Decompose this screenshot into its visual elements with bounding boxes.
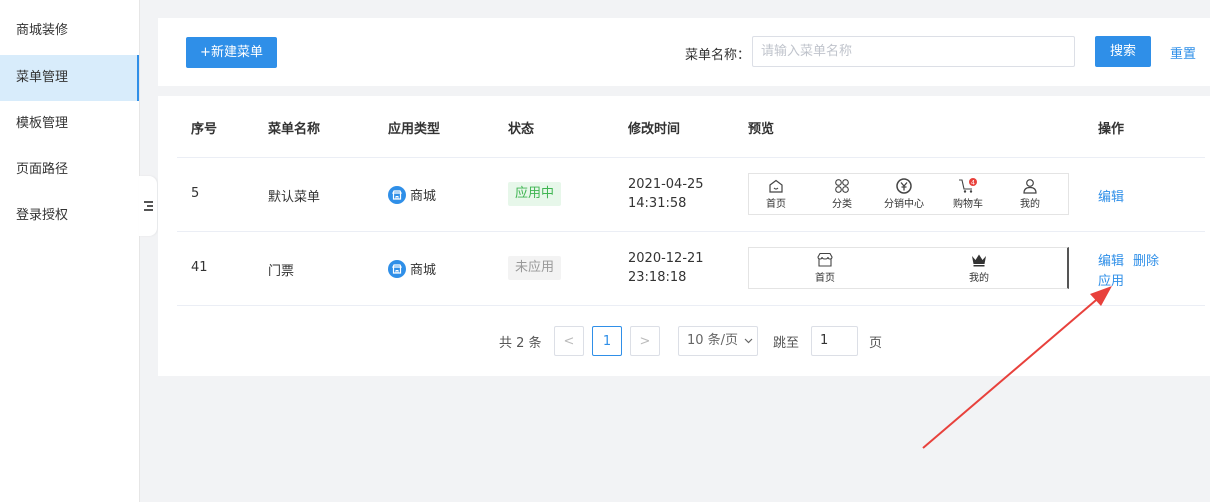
header-menu-name: 菜单名称: [268, 122, 321, 137]
row-menu-name: 默认菜单: [268, 190, 321, 205]
page-size-select[interactable]: 10 条/页: [678, 326, 758, 356]
page-1-button[interactable]: 1: [592, 326, 622, 356]
edit-button[interactable]: 编辑: [1098, 250, 1124, 269]
apply-button[interactable]: 应用: [1098, 270, 1124, 289]
row-id: 41: [191, 260, 208, 275]
menu-preview: 首页 分类 分销中心 4 购物车 我的: [748, 173, 1069, 215]
prev-page-button[interactable]: <: [554, 326, 584, 356]
svg-text:4: 4: [971, 179, 975, 187]
sidebar: 商城装修 菜单管理 模板管理 页面路径 登录授权: [0, 0, 140, 502]
total-count: 共 2 条: [499, 336, 542, 351]
category-icon: [835, 179, 849, 193]
menu-preview: 首页 我的: [748, 247, 1069, 289]
time-date: 2020-12-21: [628, 251, 704, 266]
jump-label: 跳至: [773, 336, 800, 351]
sidebar-collapse-toggle[interactable]: [139, 176, 157, 236]
header-modified-time: 修改时间: [628, 122, 681, 137]
preview-tab: 首页: [815, 252, 835, 284]
row-modified-time: 2021-04-25 14:31:58: [628, 175, 704, 213]
time-clock: 23:18:18: [628, 270, 687, 285]
collapse-icon: [143, 200, 153, 212]
filter-toolbar: +新建菜单 菜单名称： 搜索 重置: [158, 18, 1210, 86]
search-button[interactable]: 搜索: [1095, 36, 1151, 67]
preview-tab: 我的: [969, 252, 989, 284]
status-badge: 未应用: [508, 256, 562, 280]
sidebar-item-menu-management[interactable]: 菜单管理: [0, 55, 139, 101]
edit-button[interactable]: 编辑: [1098, 186, 1124, 205]
row-menu-name: 门票: [268, 264, 295, 279]
menu-name-search-input[interactable]: [752, 36, 1075, 67]
preview-tab: 4 购物车: [953, 178, 983, 210]
app-type-label: 商城: [410, 263, 437, 278]
header-actions: 操作: [1098, 122, 1125, 137]
sidebar-item-page-path[interactable]: 页面路径: [0, 147, 139, 193]
header-status: 状态: [508, 122, 535, 137]
page-suffix-label: 页: [869, 336, 883, 351]
divider: [177, 157, 1205, 158]
preview-tab: 首页: [766, 178, 786, 210]
divider: [177, 305, 1205, 306]
time-clock: 14:31:58: [628, 196, 687, 211]
row-app-type: 商城: [388, 259, 436, 278]
crown-icon: [972, 254, 986, 267]
jump-page-input[interactable]: 1: [811, 326, 858, 356]
preview-tab: 我的: [1020, 178, 1040, 210]
delete-button[interactable]: 删除: [1133, 250, 1159, 269]
sidebar-item-template-management[interactable]: 模板管理: [0, 101, 139, 147]
home-icon: [769, 179, 783, 193]
row-id: 5: [191, 186, 200, 201]
header-preview: 预览: [748, 122, 775, 137]
reset-button[interactable]: 重置: [1170, 43, 1196, 62]
yen-icon: [896, 178, 912, 194]
menu-table: 序号 菜单名称 应用类型 状态 修改时间 预览 操作 5 默认菜单 商城 应用中…: [158, 96, 1210, 376]
header-id: 序号: [191, 122, 218, 137]
preview-tab: 分类: [832, 178, 852, 210]
row-modified-time: 2020-12-21 23:18:18: [628, 249, 704, 287]
sidebar-item-mall-decoration[interactable]: 商城装修: [0, 8, 139, 54]
store-icon: [817, 252, 833, 267]
chevron-down-icon: [744, 338, 753, 344]
search-label: 菜单名称：: [685, 48, 751, 63]
cart-icon: 4: [959, 178, 977, 193]
sidebar-item-login-auth[interactable]: 登录授权: [0, 193, 139, 239]
divider: [177, 231, 1205, 232]
page-size-value: 10 条/页: [687, 333, 739, 348]
mall-icon: [388, 185, 406, 204]
app-type-label: 商城: [410, 189, 437, 204]
mall-icon: [388, 259, 406, 278]
header-app-type: 应用类型: [388, 122, 441, 137]
user-icon: [1023, 179, 1037, 194]
time-date: 2021-04-25: [628, 177, 704, 192]
next-page-button[interactable]: >: [630, 326, 660, 356]
row-app-type: 商城: [388, 185, 436, 204]
status-badge: 应用中: [508, 182, 562, 206]
preview-tab: 分销中心: [884, 178, 924, 210]
new-menu-button[interactable]: +新建菜单: [186, 37, 277, 68]
